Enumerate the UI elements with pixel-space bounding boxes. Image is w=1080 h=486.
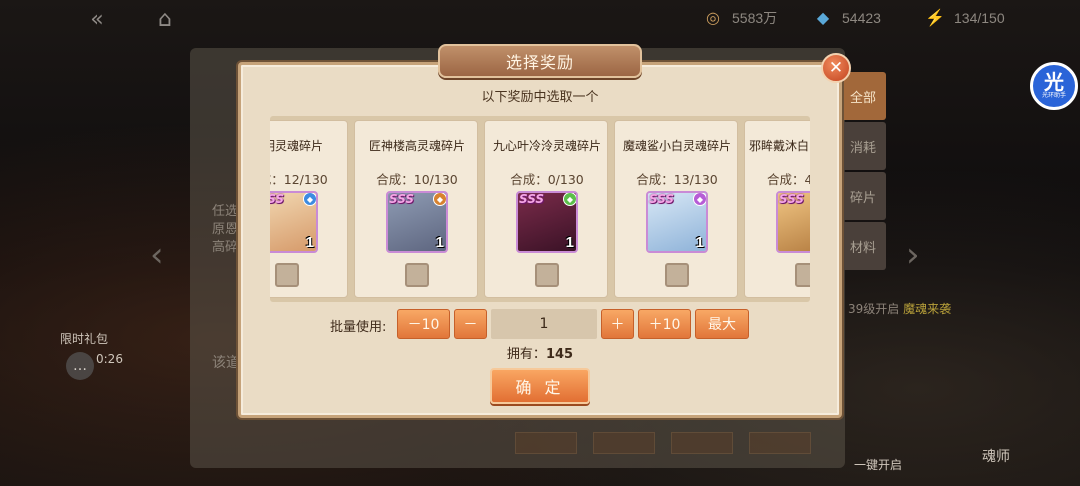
card-progress: 合成：0/130	[510, 172, 584, 187]
element-icon: ◆	[303, 193, 316, 206]
bag-cell	[749, 432, 811, 454]
gold-value: 5583万	[732, 10, 778, 26]
fragment-qty: 1	[435, 234, 444, 251]
bag-bottom-row	[515, 432, 825, 456]
gift-label[interactable]: 限时礼包	[60, 330, 108, 347]
hero-portrait: SSS ◆ 1	[270, 191, 318, 253]
bag-cell	[671, 432, 733, 454]
close-icon: ✕	[828, 58, 844, 78]
element-icon: ◆	[433, 193, 446, 206]
tab-fragments[interactable]: 碎片	[840, 172, 886, 220]
select-checkbox[interactable]	[535, 263, 559, 287]
reward-card[interactable]: 恩明灵魂碎片 合成：12/130 SSS ◆ 1	[270, 120, 348, 298]
diamond-counter: ◆ 54423	[812, 6, 881, 30]
next-arrow-icon[interactable]: ›	[906, 235, 920, 275]
minus-button[interactable]: －	[454, 309, 487, 339]
fragment-qty: 1	[565, 234, 574, 251]
element-icon: ◆	[563, 193, 576, 206]
select-checkbox[interactable]	[795, 263, 810, 287]
select-checkbox[interactable]	[405, 263, 429, 287]
card-name: 九心叶冷泠灵魂碎片	[492, 139, 601, 153]
chat-icon[interactable]: …	[66, 352, 94, 380]
bag-tabs: 全部 消耗 碎片 材料	[840, 72, 886, 272]
event-name: 魔魂来袭	[903, 302, 952, 316]
bag-desc-line-2: 原恩	[212, 222, 239, 237]
owned-count: 拥有：145	[238, 343, 842, 362]
home-button[interactable]: ⌂	[150, 6, 180, 32]
assistant-floating-button[interactable]: 光 光环助手	[1030, 62, 1078, 110]
card-name: 邪眸戴沐白	[749, 139, 810, 153]
tab-all[interactable]: 全部	[840, 72, 886, 120]
item-hint: 该道	[212, 355, 240, 371]
card-progress: 合成：4	[767, 172, 810, 187]
card-progress: 合成：10/130	[376, 172, 458, 187]
coin-icon: ◎	[706, 10, 720, 27]
modal-title: 选择奖励	[438, 44, 642, 78]
reward-card[interactable]: 魔魂鲨小白灵魂碎片 合成：13/130 SSS ◆ 1	[614, 120, 738, 298]
card-name: 匠神楼高灵魂碎片	[368, 139, 465, 153]
gold-counter: ◎ 5583万	[702, 6, 777, 30]
diamond-icon: ◆	[816, 10, 830, 27]
reward-card[interactable]: 匠神楼高灵魂碎片 合成：10/130 SSS ◆ 1	[354, 120, 478, 298]
plus-button[interactable]: ＋	[601, 309, 634, 339]
max-button[interactable]: 最大	[695, 309, 749, 339]
owned-label: 拥有：	[506, 347, 546, 362]
batch-use-label: 批量使用:	[330, 320, 387, 335]
close-button[interactable]: ✕	[821, 53, 851, 83]
assistant-label: 光环助手	[1041, 92, 1066, 99]
confirm-button[interactable]: 确 定	[490, 368, 590, 404]
element-icon: ◆	[693, 193, 706, 206]
owned-value: 145	[545, 347, 574, 362]
hero-portrait: SSS ◆ 1	[646, 191, 708, 253]
soul-master-label[interactable]: 魂师	[982, 446, 1010, 466]
bag-desc-line-1: 任选	[212, 204, 239, 219]
tab-consumables[interactable]: 消耗	[840, 122, 886, 170]
back-button[interactable]: «	[78, 6, 116, 32]
card-name: 魔魂鲨小白灵魂碎片	[622, 139, 731, 153]
hero-portrait: SSS ◆ 1	[386, 191, 448, 253]
grade-badge: SSS	[389, 192, 415, 206]
modal-subtitle: 以下奖励中选取一个	[481, 90, 599, 105]
grade-badge: SSS	[649, 192, 675, 206]
quantity-field[interactable]: 1	[491, 309, 597, 339]
select-checkbox[interactable]	[275, 263, 299, 287]
plus-ten-button[interactable]: ＋10	[638, 309, 691, 339]
card-progress: 合成：12/130	[270, 172, 328, 187]
tab-materials[interactable]: 材料	[840, 222, 886, 270]
level-unlock-label: 39级开启	[848, 302, 900, 316]
hero-portrait: SSS ◆ 1	[516, 191, 578, 253]
assistant-glyph: 光	[1044, 70, 1064, 94]
grade-badge: SSS	[779, 192, 805, 206]
lightning-icon: ⚡	[925, 10, 945, 27]
diamond-value: 54423	[842, 10, 881, 26]
reward-carousel[interactable]: 恩明灵魂碎片 合成：12/130 SSS ◆ 1 匠神楼高灵魂碎片 合成：10/…	[270, 116, 810, 302]
bag-cell	[593, 432, 655, 454]
minus-ten-button[interactable]: －10	[397, 309, 450, 339]
select-checkbox[interactable]	[665, 263, 689, 287]
double-chevron-left-icon: «	[90, 6, 104, 32]
grade-badge: SSS	[270, 192, 285, 206]
hero-portrait: SSS	[776, 191, 810, 253]
fragment-qty: 1	[305, 234, 314, 251]
one-key-open[interactable]: 一键开启	[854, 456, 902, 473]
card-progress: 合成：13/130	[636, 172, 718, 187]
reward-card[interactable]: 九心叶冷泠灵魂碎片 合成：0/130 SSS ◆ 1	[484, 120, 608, 298]
reward-card[interactable]: 邪眸戴沐白 合成：4 SSS	[744, 120, 810, 298]
fragment-qty: 1	[695, 234, 704, 251]
stamina-counter: ⚡ 134/150	[924, 6, 1005, 30]
top-bar: « ⌂ ◎ 5583万 ◆ 54423 ⚡ 134/150	[0, 0, 1080, 38]
gift-timer: 0:26	[96, 352, 123, 366]
level-unlock-text: 39级开启 魔魂来袭	[848, 300, 951, 317]
home-icon: ⌂	[158, 6, 172, 32]
bag-desc-line-3: 高碎	[212, 240, 239, 255]
grade-badge: SSS	[519, 192, 545, 206]
bag-cell	[515, 432, 577, 454]
stamina-value: 134/150	[954, 10, 1005, 26]
card-name: 恩明灵魂碎片	[270, 139, 323, 153]
modal-title-text: 选择奖励	[505, 53, 574, 72]
prev-arrow-icon[interactable]: ‹	[150, 235, 164, 275]
